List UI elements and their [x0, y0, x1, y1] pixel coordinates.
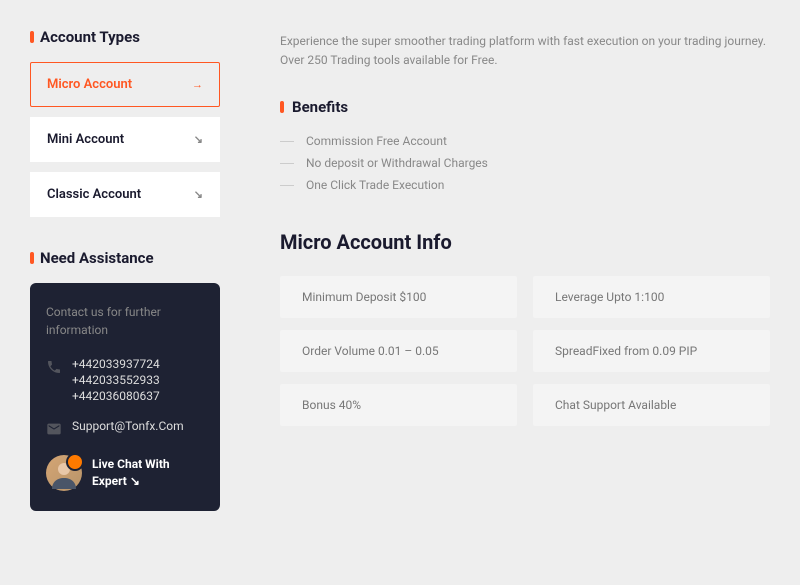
tab-mini-account[interactable]: Mini Account ↘	[30, 117, 220, 162]
benefits-title: Benefits	[280, 98, 770, 116]
info-card: Chat Support Available	[533, 384, 770, 426]
tab-label: Mini Account	[47, 132, 124, 147]
intro-text: Experience the super smoother trading pl…	[280, 32, 770, 70]
benefits-label: Benefits	[292, 98, 348, 116]
account-types-label: Account Types	[40, 28, 140, 46]
info-card: SpreadFixed from 0.09 PIP	[533, 330, 770, 372]
phone-list: +442033937724 +442033552933 +44203608063…	[72, 357, 160, 403]
account-types-title: Account Types	[30, 28, 220, 46]
benefit-text: Commission Free Account	[306, 134, 447, 148]
info-card: Minimum Deposit $100	[280, 276, 517, 318]
arrow-down-right-icon: ↘	[194, 133, 203, 146]
benefit-text: One Click Trade Execution	[306, 178, 444, 192]
phone-number[interactable]: +442033937724	[72, 357, 160, 371]
assist-intro: Contact us for further information	[46, 303, 204, 339]
arrow-right-icon: →	[192, 78, 203, 91]
account-tabs: Micro Account → Mini Account ↘ Classic A…	[30, 62, 220, 217]
need-assistance-title: Need Assistance	[30, 249, 220, 267]
phone-number[interactable]: +442033552933	[72, 373, 160, 387]
phone-icon	[46, 359, 62, 375]
main-content: Experience the super smoother trading pl…	[280, 28, 770, 511]
info-card: Bonus 40%	[280, 384, 517, 426]
tab-label: Classic Account	[47, 187, 141, 202]
live-chat-button[interactable]: Live Chat With Expert ↘	[46, 455, 204, 491]
benefit-item: One Click Trade Execution	[280, 174, 770, 196]
info-card: Leverage Upto 1:100	[533, 276, 770, 318]
phone-number[interactable]: +442036080637	[72, 389, 160, 403]
mail-icon	[46, 421, 62, 437]
bullet-icon	[280, 101, 284, 113]
arrow-down-right-icon: ↘	[194, 188, 203, 201]
chat-label: Live Chat With Expert ↘	[92, 456, 204, 490]
phone-row: +442033937724 +442033552933 +44203608063…	[46, 357, 204, 403]
assistance-box: Contact us for further information +4420…	[30, 283, 220, 511]
dash-icon	[280, 163, 294, 164]
sidebar: Account Types Micro Account → Mini Accou…	[30, 28, 220, 511]
account-info-title: Micro Account Info	[280, 230, 770, 254]
tab-micro-account[interactable]: Micro Account →	[30, 62, 220, 107]
tab-label: Micro Account	[47, 77, 132, 92]
info-card: Order Volume 0.01 – 0.05	[280, 330, 517, 372]
email-row: Support@Tonfx.Com	[46, 419, 204, 437]
avatar	[46, 455, 82, 491]
email-address[interactable]: Support@Tonfx.Com	[72, 419, 184, 433]
bullet-icon	[30, 252, 34, 264]
bullet-icon	[30, 31, 34, 43]
benefits-list: Commission Free Account No deposit or Wi…	[280, 130, 770, 196]
benefit-text: No deposit or Withdrawal Charges	[306, 156, 488, 170]
dash-icon	[280, 141, 294, 142]
benefit-item: No deposit or Withdrawal Charges	[280, 152, 770, 174]
tab-classic-account[interactable]: Classic Account ↘	[30, 172, 220, 217]
need-assistance-label: Need Assistance	[40, 249, 154, 267]
benefit-item: Commission Free Account	[280, 130, 770, 152]
dash-icon	[280, 185, 294, 186]
info-grid: Minimum Deposit $100 Leverage Upto 1:100…	[280, 276, 770, 426]
